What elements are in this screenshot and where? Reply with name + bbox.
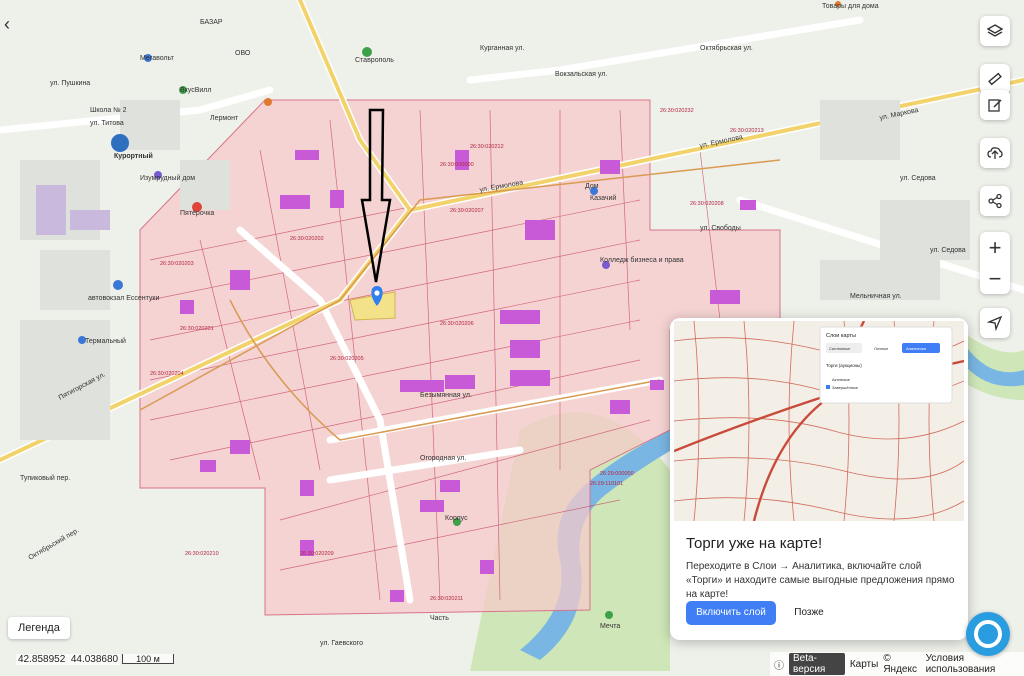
zoom-controls: + − xyxy=(980,232,1010,294)
edit-button[interactable] xyxy=(980,90,1010,120)
cad-label: 26:30:020208 xyxy=(690,201,724,207)
cad-label: 26:30:020203 xyxy=(160,261,194,267)
label-oktyabrskaya: Октябрьская ул. xyxy=(700,44,753,52)
share-button[interactable] xyxy=(980,186,1010,216)
thumb-tab-3: Аналитика xyxy=(906,346,927,351)
promo-popup: Слои карты Системные Личные Аналитика То… xyxy=(670,318,968,640)
label-school: Школа № 2 xyxy=(90,107,127,114)
label-lermont: Лермонт xyxy=(210,115,239,122)
popup-text: Переходите в Слои → Аналитика, включайте… xyxy=(686,561,955,600)
label-melnich: Мельничная ул. xyxy=(850,293,902,300)
locate-icon xyxy=(987,315,1003,331)
label-sedova2: ул. Седова xyxy=(930,247,966,254)
scale-bar: 100 м xyxy=(122,654,174,664)
label-goodhouse: Товары для дома xyxy=(822,3,879,10)
cad-label: 26:29:110101 xyxy=(590,481,623,487)
cad-label: 26:30:000000 xyxy=(440,162,474,168)
later-button[interactable]: Позже xyxy=(784,601,834,625)
layers-icon xyxy=(987,24,1003,37)
label-izumrud: Изумрудный дом xyxy=(140,174,195,182)
cad-label: 26:30:020201 xyxy=(180,326,214,332)
label-titov: ул. Титова xyxy=(90,120,124,127)
back-button[interactable]: ‹ xyxy=(4,14,20,34)
cad-label: 26:30:020213 xyxy=(730,128,764,134)
longitude: 44.038680 xyxy=(70,654,119,665)
beta-badge: Beta-версия xyxy=(789,653,845,675)
label-stavropol: Ставрополь xyxy=(355,57,394,64)
cad-label: 26:30:020206 xyxy=(440,321,474,327)
label-gaevsk: ул. Гаевского xyxy=(320,640,363,647)
cad-label: 26:30:020209 xyxy=(300,551,334,557)
locate-button[interactable] xyxy=(980,308,1010,338)
cad-label: 26:30:020204 xyxy=(150,371,184,377)
label-bolshaya: Вокзальская ул. xyxy=(555,71,607,78)
layers-button[interactable] xyxy=(980,16,1010,46)
label-mecheta: Мечта xyxy=(600,623,620,630)
popup-preview-image: Слои карты Системные Личные Аналитика То… xyxy=(674,321,964,521)
label-ogorod: Огородная ул. xyxy=(420,455,466,462)
cad-label: 26:30:020212 xyxy=(470,144,504,150)
coordinates: 42.858952 44.038680 xyxy=(16,654,121,665)
edit-icon xyxy=(988,99,1002,112)
cad-label: 26:30:020211 xyxy=(430,596,463,602)
ruler-icon xyxy=(988,72,1002,86)
thumb-panel-title: Слои карты xyxy=(826,333,856,339)
enable-layer-button[interactable]: Включить слой xyxy=(686,601,776,625)
chat-icon xyxy=(974,620,1002,648)
cad-label: 26:30:020210 xyxy=(185,551,219,557)
label-sedova: ул. Седова xyxy=(900,175,936,182)
label-vkusvill: ВкусВилл xyxy=(180,87,211,94)
label-pushkin: ул. Пушкина xyxy=(50,80,90,87)
latitude: 42.858952 xyxy=(18,654,66,665)
scale-label: 100 м xyxy=(136,654,160,664)
thumb-row1: Торги (аукционы) xyxy=(826,363,862,368)
terms-link[interactable]: Условия использования xyxy=(926,653,1020,675)
cad-label: 26:30:020207 xyxy=(450,208,484,214)
cad-label: 26:29:000000 xyxy=(600,471,634,477)
legend-button[interactable]: Легенда xyxy=(8,617,70,639)
cad-label: 26:30:020232 xyxy=(660,108,694,114)
label-tupik: Тупиковый пер. xyxy=(20,474,70,482)
share-icon xyxy=(988,193,1002,209)
label-termal: Термальный xyxy=(85,337,126,345)
label-bazaar: БАЗАР xyxy=(200,19,223,26)
cad-label: 26:30:020202 xyxy=(290,236,324,242)
label-korpus: Корпус xyxy=(445,515,468,522)
label-ovo: ОВО xyxy=(235,50,251,57)
zoom-in-button[interactable]: + xyxy=(980,232,1010,263)
label-chast: Часть xyxy=(430,615,449,622)
maps-link[interactable]: Карты xyxy=(850,659,879,670)
label-megavolt: Мегавольт xyxy=(140,55,175,62)
label-kurortny: Курортный xyxy=(114,152,153,160)
label-kolledzh: Колледж бизнеса и права xyxy=(600,256,684,264)
copyright: © Яндекс xyxy=(883,653,917,675)
label-kurgan: Курганная ул. xyxy=(480,45,524,52)
thumb-tab-2: Личные xyxy=(874,346,889,351)
thumb-tab-1: Системные xyxy=(829,346,851,351)
label-kazachiy: Казачий xyxy=(590,194,616,202)
upload-button[interactable] xyxy=(980,138,1010,168)
zoom-out-button[interactable]: − xyxy=(980,263,1010,294)
upload-icon xyxy=(987,147,1003,159)
thumb-opt1: Активные xyxy=(832,377,851,382)
cad-label: 26:30:020205 xyxy=(330,356,364,362)
chat-widget-button[interactable] xyxy=(966,612,1010,656)
label-avtovokzal: автовокзал Ессентуки xyxy=(88,295,159,302)
label-bezymyan: Безымянная ул. xyxy=(420,392,472,399)
thumb-opt2: Завершённые xyxy=(832,385,859,390)
label-svobody: ул. Свободы xyxy=(700,224,741,232)
info-icon[interactable]: ⓘ xyxy=(774,657,784,672)
label-dom: Дом xyxy=(585,183,599,190)
popup-title: Торги уже на карте! xyxy=(686,535,823,552)
label-pyaterochka: Пятёрочка xyxy=(180,210,214,217)
